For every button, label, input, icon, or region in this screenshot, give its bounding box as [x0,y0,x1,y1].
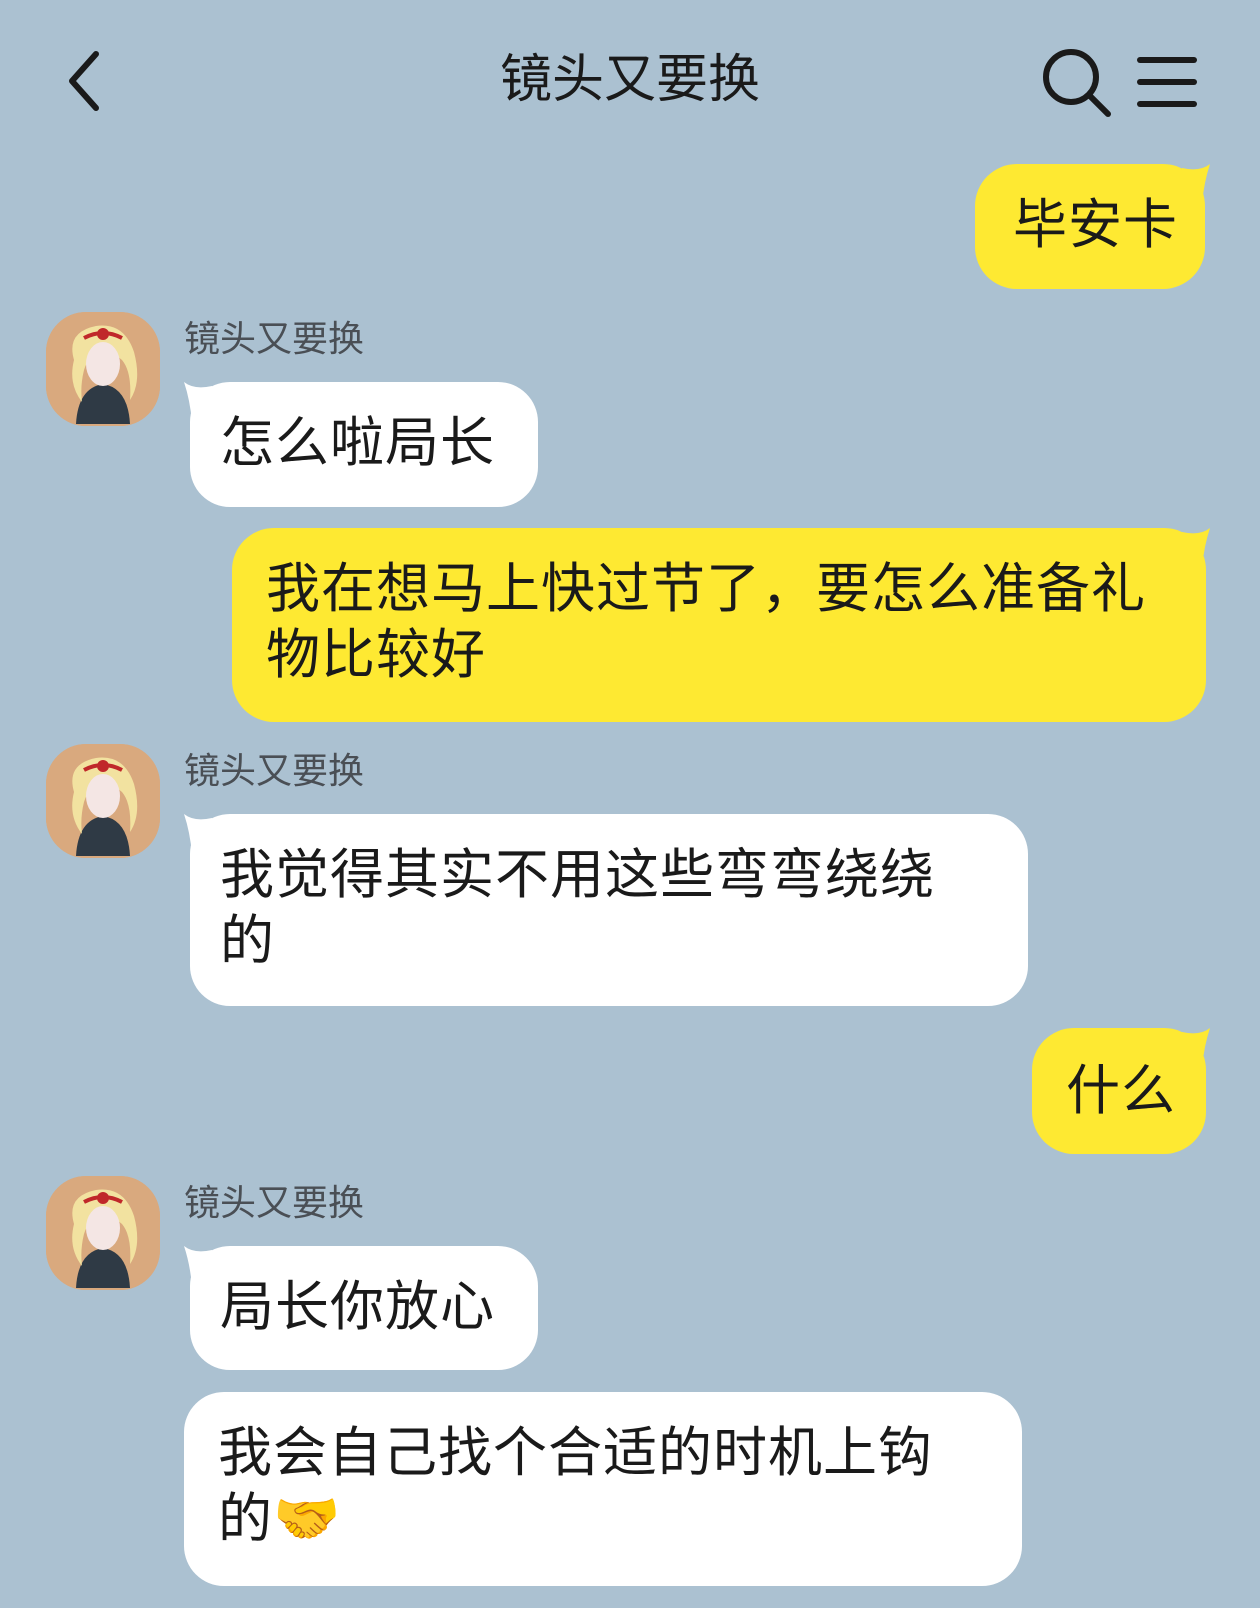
message-text: 我觉得其实不用这些弯弯绕绕的 [220,843,935,972]
chevron-left-icon [69,51,99,111]
bubble-tail [184,382,212,422]
menu-button[interactable] [1136,52,1198,112]
my-message-bubble[interactable]: 什么 [1032,1028,1206,1154]
avatar[interactable] [46,312,160,426]
their-message-bubble[interactable]: 我觉得其实不用这些弯弯绕绕的 [190,814,1028,1006]
chat-title: 镜头又要换 [499,50,760,110]
search-icon [1043,49,1111,117]
bubble-tail [1182,1028,1210,1068]
bubble-tail [184,814,212,854]
message-text: 什么 [1066,1059,1176,1122]
hamburger-menu-icon [1137,57,1197,107]
bubble-tail [184,1246,212,1286]
sender-name: 镜头又要换 [184,1183,365,1224]
avatar-image [46,312,160,426]
my-message-bubble[interactable]: 我在想马上快过节了，要怎么准备礼物比较好 [232,528,1206,722]
avatar-image [46,744,160,858]
sender-name: 镜头又要换 [184,751,365,792]
message-text: 怎么啦局长 [220,411,495,474]
chat-header: 镜头又要换 [0,0,1260,160]
my-message-bubble[interactable]: 毕安卡 [975,164,1205,289]
sender-name: 镜头又要换 [184,319,365,360]
avatar[interactable] [46,744,160,858]
message-text: 毕安卡 [1013,193,1178,256]
message-text: 局长你放心 [220,1275,495,1338]
avatar[interactable] [46,1176,160,1290]
avatar-image [46,1176,160,1290]
bubble-tail [1182,164,1210,204]
search-button[interactable] [1040,46,1114,120]
their-message-bubble[interactable]: 我会自己找个合适的时机上钩的🤝 [184,1392,1022,1586]
their-message-bubble[interactable]: 局长你放心 [190,1246,538,1370]
their-message-bubble[interactable]: 怎么啦局长 [190,382,538,507]
message-text: 我会自己找个合适的时机上钩的🤝 [218,1421,933,1550]
back-button[interactable] [56,46,120,116]
bubble-tail [1182,528,1210,568]
message-text: 我在想马上快过节了，要怎么准备礼物比较好 [266,557,1146,686]
